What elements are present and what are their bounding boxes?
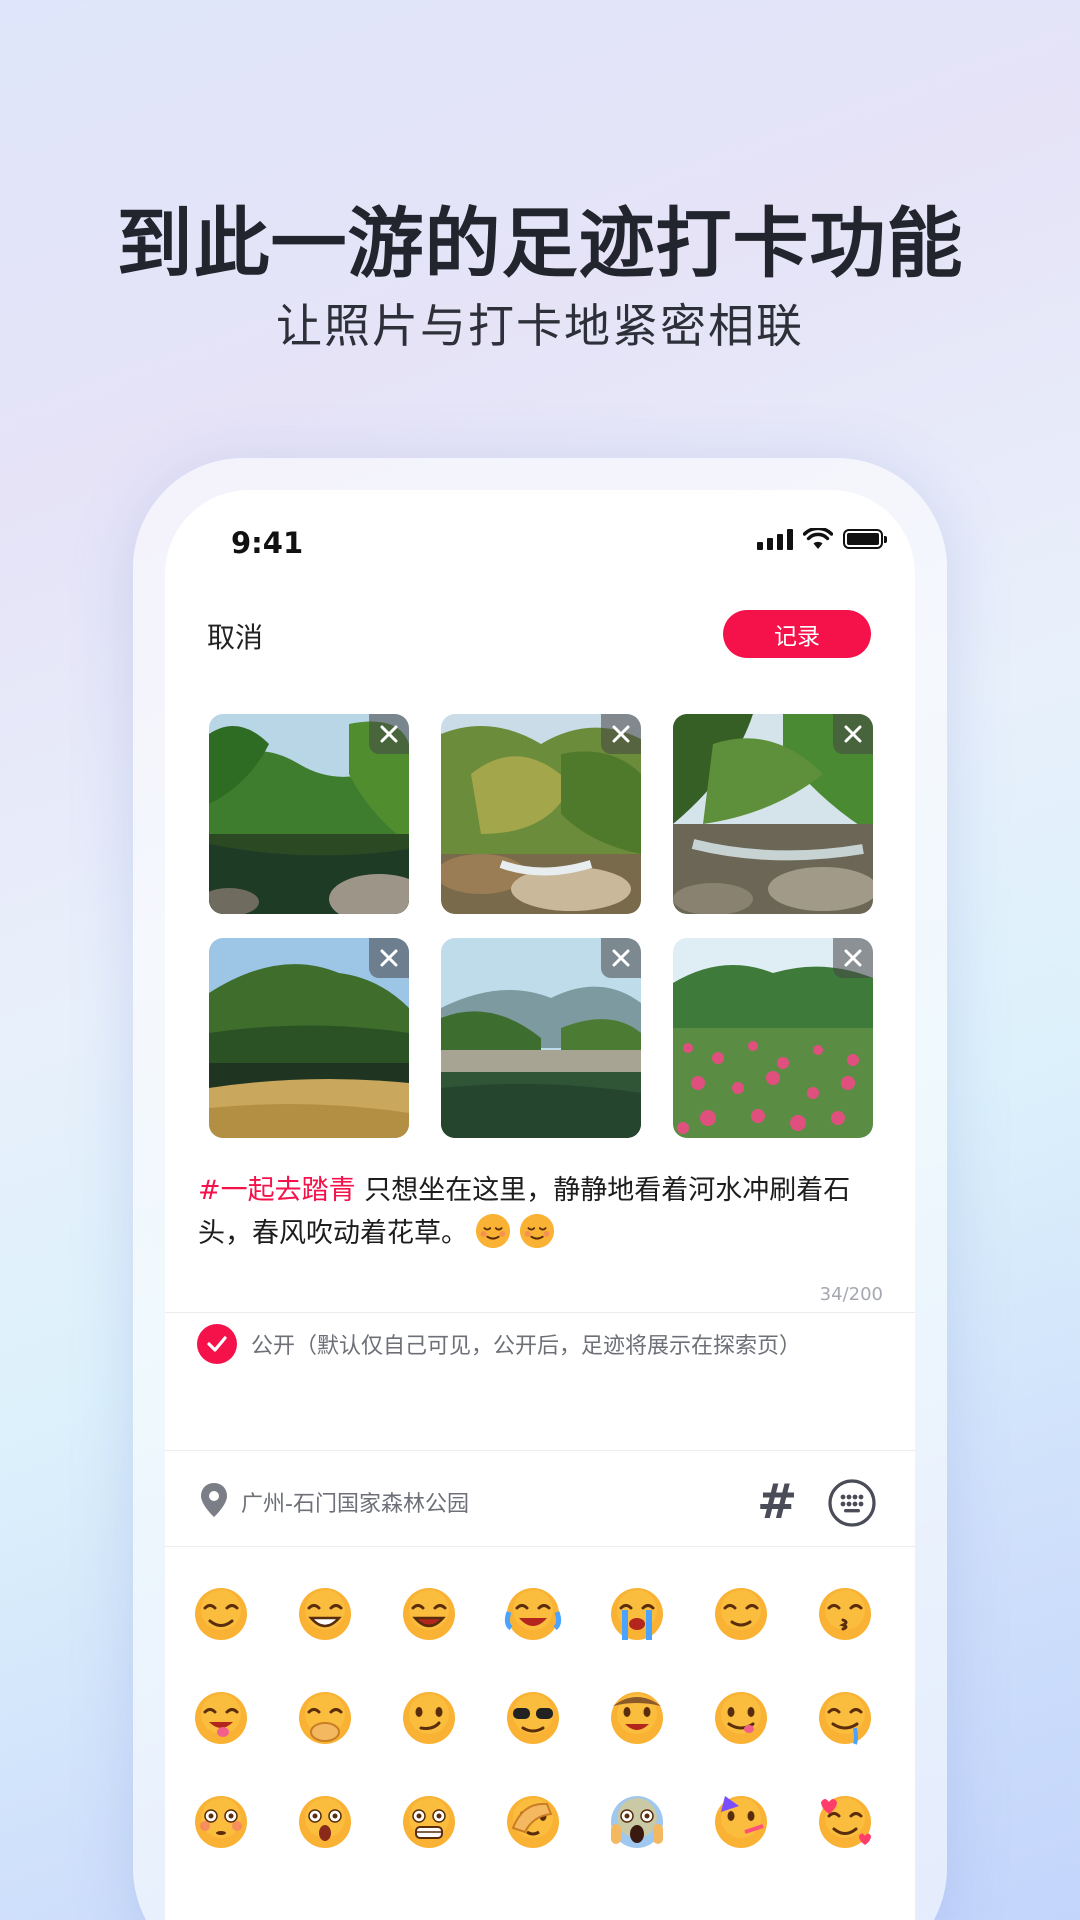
grinning-squint-emoji-icon[interactable] bbox=[399, 1584, 459, 1644]
smirking-emoji-icon[interactable] bbox=[399, 1688, 459, 1748]
photo-thumbnail[interactable] bbox=[441, 938, 641, 1138]
cowboy-emoji-icon[interactable] bbox=[607, 1688, 667, 1748]
divider bbox=[165, 1450, 915, 1451]
battery-icon bbox=[843, 529, 887, 549]
divider bbox=[165, 1546, 915, 1547]
keyboard-icon[interactable] bbox=[827, 1478, 877, 1528]
char-counter: 34/200 bbox=[819, 1284, 883, 1305]
tears-of-joy-emoji-icon[interactable] bbox=[503, 1584, 563, 1644]
remove-photo-button[interactable] bbox=[601, 938, 641, 978]
photo-thumbnail[interactable] bbox=[209, 714, 409, 914]
close-icon bbox=[844, 725, 862, 743]
close-icon bbox=[612, 725, 630, 743]
location-label[interactable]: 广州-石门国家森林公园 bbox=[241, 1486, 469, 1518]
remove-photo-button[interactable] bbox=[369, 938, 409, 978]
drooling-emoji-icon[interactable] bbox=[815, 1688, 875, 1748]
wifi-icon bbox=[803, 528, 833, 549]
phone-screen: 9:41 取消 记录 #一起去踏青 只想坐在这里，静静地看着河水冲刷着石头，春风… bbox=[165, 490, 915, 1920]
sunglasses-emoji-icon[interactable] bbox=[503, 1688, 563, 1748]
remove-photo-button[interactable] bbox=[369, 714, 409, 754]
cellular-signal-icon bbox=[757, 528, 793, 550]
record-button[interactable]: 记录 bbox=[723, 610, 871, 658]
partying-emoji-icon[interactable] bbox=[711, 1792, 771, 1852]
remove-photo-button[interactable] bbox=[833, 938, 873, 978]
close-icon bbox=[380, 949, 398, 967]
close-icon bbox=[612, 949, 630, 967]
photo-thumbnail[interactable] bbox=[673, 938, 873, 1138]
public-label: 公开（默认仅自己可见，公开后，足迹将展示在探索页） bbox=[251, 1334, 802, 1359]
loudly-crying-emoji-icon[interactable] bbox=[607, 1584, 667, 1644]
relieved-emoji-icon bbox=[475, 1213, 511, 1249]
close-icon bbox=[844, 949, 862, 967]
promo-headline: 到此一游的足迹打卡功能 bbox=[116, 199, 964, 288]
hushed-emoji-icon[interactable] bbox=[295, 1792, 355, 1852]
cancel-button[interactable]: 取消 bbox=[207, 616, 263, 656]
promo-subline: 让照片与打卡地紧密相联 bbox=[276, 299, 804, 353]
hand-over-mouth-emoji-icon[interactable] bbox=[295, 1688, 355, 1748]
hashtag-link[interactable]: #一起去踏青 bbox=[198, 1175, 356, 1206]
photo-thumbnail[interactable] bbox=[441, 714, 641, 914]
check-icon bbox=[207, 1336, 227, 1352]
photo-thumbnail[interactable] bbox=[209, 938, 409, 1138]
post-text-input[interactable]: #一起去踏青 只想坐在这里，静静地看着河水冲刷着石头，春风吹动着花草。 bbox=[198, 1170, 888, 1255]
relieved-emoji-icon[interactable] bbox=[711, 1584, 771, 1644]
kissing-emoji-icon[interactable] bbox=[815, 1584, 875, 1644]
smiling-hearts-emoji-icon[interactable] bbox=[815, 1792, 875, 1852]
savoring-food-emoji-icon[interactable] bbox=[711, 1688, 771, 1748]
remove-photo-button[interactable] bbox=[833, 714, 873, 754]
face-palm-emoji-icon[interactable] bbox=[503, 1792, 563, 1852]
location-toolbar: 广州-石门国家森林公园 # bbox=[165, 1452, 915, 1552]
grinning-teeth-emoji-icon[interactable] bbox=[295, 1584, 355, 1644]
remove-photo-button[interactable] bbox=[601, 714, 641, 754]
status-time: 9:41 bbox=[231, 526, 304, 560]
divider bbox=[165, 1312, 915, 1313]
relieved-emoji-icon bbox=[519, 1213, 555, 1249]
smiling-face-emoji-icon[interactable] bbox=[191, 1584, 251, 1644]
screaming-emoji-icon[interactable] bbox=[607, 1792, 667, 1852]
status-icons bbox=[757, 524, 887, 554]
location-pin-icon bbox=[201, 1483, 227, 1517]
public-checkbox[interactable] bbox=[197, 1324, 237, 1364]
hashtag-button[interactable]: # bbox=[757, 1474, 797, 1530]
close-icon bbox=[380, 725, 398, 743]
grimacing-emoji-icon[interactable] bbox=[399, 1792, 459, 1852]
photo-thumbnail[interactable] bbox=[673, 714, 873, 914]
squinting-tongue-emoji-icon[interactable] bbox=[191, 1688, 251, 1748]
flushed-emoji-icon[interactable] bbox=[191, 1792, 251, 1852]
